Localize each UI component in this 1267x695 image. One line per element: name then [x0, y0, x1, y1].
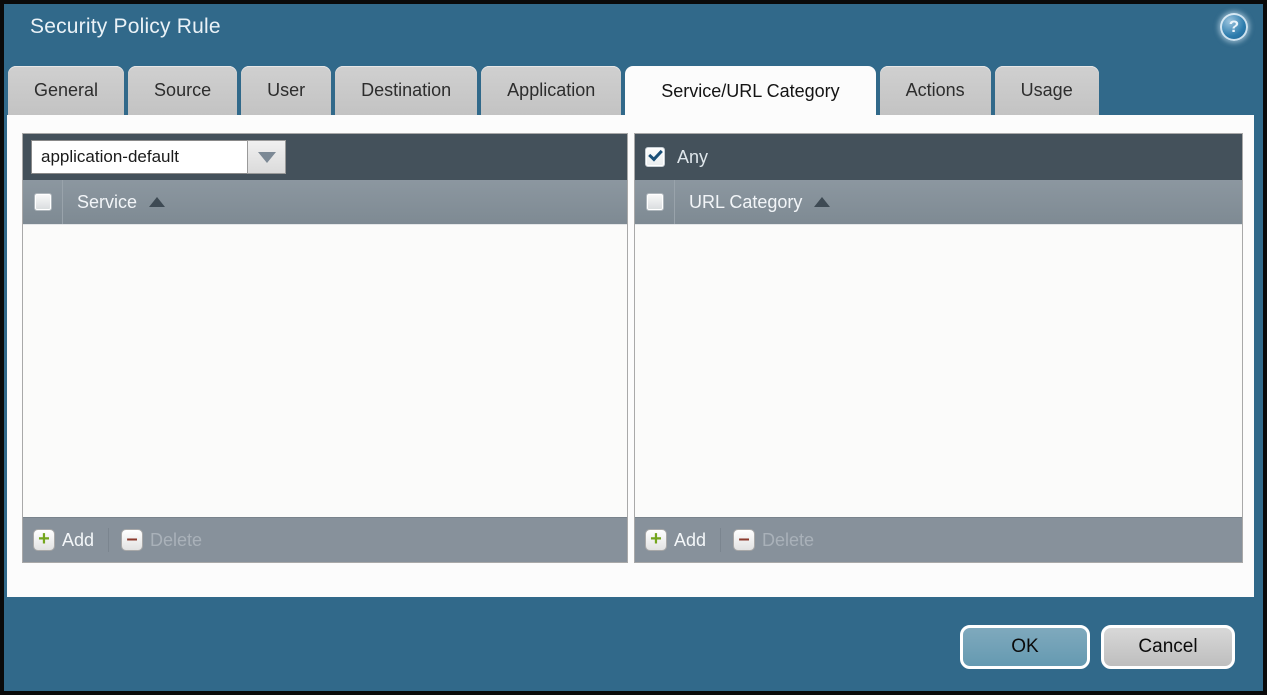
- service-select-all-cell: [23, 180, 63, 224]
- delete-icon: –: [733, 529, 755, 551]
- service-type-dropdown-value[interactable]: application-default: [31, 140, 247, 174]
- url-category-panel-footer: + Add – Delete: [635, 517, 1242, 562]
- tab-bar: GeneralSourceUserDestinationApplicationS…: [8, 66, 1099, 115]
- url-category-panel-topbar: Any: [635, 134, 1242, 180]
- service-panel-footer: + Add – Delete: [23, 517, 627, 562]
- service-select-all-checkbox[interactable]: [34, 193, 52, 211]
- tab-application[interactable]: Application: [481, 66, 621, 115]
- service-column-sort[interactable]: Service: [63, 192, 165, 213]
- service-column-header: Service: [23, 180, 627, 225]
- dialog-title: Security Policy Rule: [30, 15, 221, 39]
- tab-destination[interactable]: Destination: [335, 66, 477, 115]
- url-category-panel: Any URL Category + Add: [634, 133, 1243, 563]
- delete-icon: –: [121, 529, 143, 551]
- url-category-select-all-cell: [635, 180, 675, 224]
- service-column-label: Service: [77, 192, 137, 213]
- tab-source[interactable]: Source: [128, 66, 237, 115]
- delete-button-label: Delete: [150, 530, 202, 551]
- url-category-list: [635, 225, 1242, 517]
- help-icon[interactable]: ?: [1220, 13, 1248, 41]
- tab-content: application-default Service +: [7, 115, 1254, 597]
- checkmark-icon: [648, 147, 663, 162]
- delete-button-label: Delete: [762, 530, 814, 551]
- url-category-column-header: URL Category: [635, 180, 1242, 225]
- service-type-dropdown[interactable]: application-default: [31, 140, 286, 174]
- tab-actions[interactable]: Actions: [880, 66, 991, 115]
- footer-divider: [720, 528, 721, 552]
- cancel-button[interactable]: Cancel: [1101, 625, 1235, 669]
- tab-user[interactable]: User: [241, 66, 331, 115]
- url-category-add-button[interactable]: + Add: [645, 529, 706, 551]
- any-label: Any: [677, 147, 708, 168]
- sort-ascending-icon: [814, 197, 830, 207]
- any-checkbox[interactable]: [645, 147, 665, 167]
- add-icon: +: [645, 529, 667, 551]
- tab-usage[interactable]: Usage: [995, 66, 1099, 115]
- tab-service-url-category[interactable]: Service/URL Category: [625, 66, 875, 117]
- footer-divider: [108, 528, 109, 552]
- ok-button[interactable]: OK: [960, 625, 1090, 669]
- any-row: Any: [643, 147, 708, 168]
- tab-general[interactable]: General: [8, 66, 124, 115]
- service-delete-button[interactable]: – Delete: [121, 529, 202, 551]
- service-add-button[interactable]: + Add: [33, 529, 94, 551]
- url-category-column-sort[interactable]: URL Category: [675, 192, 830, 213]
- service-list: [23, 225, 627, 517]
- url-category-column-label: URL Category: [689, 192, 802, 213]
- service-panel: application-default Service +: [22, 133, 628, 563]
- security-policy-rule-dialog: Security Policy Rule ? GeneralSourceUser…: [0, 0, 1267, 695]
- add-button-label: Add: [674, 530, 706, 551]
- sort-ascending-icon: [149, 197, 165, 207]
- question-mark-glyph: ?: [1229, 17, 1239, 37]
- add-icon: +: [33, 529, 55, 551]
- chevron-down-icon: [258, 152, 276, 163]
- add-button-label: Add: [62, 530, 94, 551]
- url-category-delete-button[interactable]: – Delete: [733, 529, 814, 551]
- service-type-dropdown-button[interactable]: [247, 140, 286, 174]
- service-panel-topbar: application-default: [23, 134, 627, 180]
- url-category-select-all-checkbox[interactable]: [646, 193, 664, 211]
